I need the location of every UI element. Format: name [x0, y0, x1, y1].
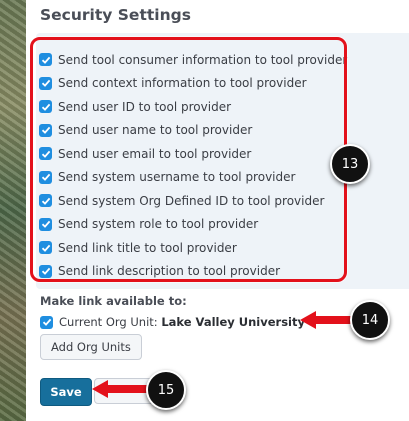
arrow-left-icon: [300, 311, 354, 329]
add-org-units-button[interactable]: Add Org Units: [40, 334, 142, 360]
current-org-unit-text: Current Org Unit: Lake Valley University: [59, 315, 305, 329]
current-org-unit-option[interactable]: Current Org Unit: Lake Valley University: [40, 315, 305, 329]
availability-heading: Make link available to:: [40, 294, 187, 308]
highlight-box: [30, 37, 347, 282]
security-settings-panel: Security Settings Send tool consumer inf…: [26, 0, 409, 421]
arrow-left-icon: [92, 380, 154, 398]
current-org-value: Lake Valley University: [161, 315, 305, 329]
save-button[interactable]: Save: [40, 378, 92, 406]
callout-badge: 13: [330, 144, 370, 184]
checkbox[interactable]: [40, 315, 53, 329]
callout-badge: 15: [146, 370, 186, 410]
current-org-label: Current Org Unit:: [59, 315, 158, 329]
section-heading: Security Settings: [40, 6, 191, 24]
background-photo-strip: [0, 0, 26, 421]
callout-badge: 14: [350, 300, 390, 340]
